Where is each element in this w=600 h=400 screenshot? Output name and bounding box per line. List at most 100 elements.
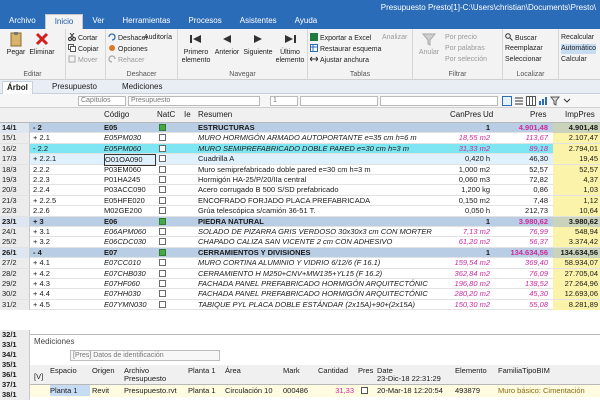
cancel-filter-button[interactable]: Anular [415,31,443,57]
tab-mediciones[interactable]: Mediciones [118,81,166,94]
code-cell[interactable]: E07CC010 [104,258,156,268]
canpres-cell[interactable]: 0,050 h [440,206,490,216]
col-pres[interactable]: Pres [530,110,546,119]
tree-index[interactable]: 2.2.2 [33,165,101,175]
filter-icon[interactable] [550,96,560,106]
table-row[interactable]: 26/1- 4 E07 CERRAMIENTOS Y DIVISIONES 1 134.… [0,247,600,259]
resumen-cell[interactable]: CERRAMIENTOS Y DIVISIONES [198,248,446,258]
pres-cell[interactable]: 72,82 [496,175,548,185]
pres-cell[interactable]: 0,86 [496,185,548,195]
cell-date[interactable]: 20-Mar-18 12:20:54 [377,385,443,396]
resumen-cell[interactable]: Acero corrugado B 500 S/SD prefabricado [198,185,446,195]
resumen-cell[interactable]: MURO CORTINA ALUMINIO Y VIDRIO 6/12/6 (F… [198,258,446,268]
pres-cell[interactable]: 45,30 [496,289,548,299]
col-ud[interactable]: Ud [483,110,493,119]
canpres-cell[interactable]: 159,54 m2 [440,258,490,268]
cell-planta[interactable]: Planta 1 [188,385,216,396]
canpres-cell[interactable]: 1,000 m2 [440,165,490,175]
select-button[interactable]: Seleccionar [505,55,542,65]
pres-cell[interactable]: 212,73 [496,206,548,216]
resumen-cell[interactable]: ESTRUCTURAS [198,123,446,133]
resumen-cell[interactable]: FACHADA PANEL PREFABRICADO HORMIGÓN ARQU… [198,289,446,299]
menu-tab-procesos[interactable]: Procesos [179,14,230,29]
cell-elemento[interactable]: 493879 [455,385,480,396]
chapters-filter[interactable]: Capítulos [78,96,126,106]
tree-index[interactable]: - 2.2 [33,144,101,154]
page-number-field[interactable]: 1 [270,96,298,106]
restore-schema-button[interactable]: Restaurar esquema [310,44,381,54]
code-cell[interactable]: E06 [104,217,156,227]
resumen-cell[interactable]: Cuadrilla A [198,154,446,164]
code-cell[interactable]: E05PM060 [104,144,156,154]
last-element-button[interactable]: Último elemento [274,31,306,65]
code-cell[interactable]: E05 [104,123,156,133]
pres-cell[interactable]: 46,30 [496,154,548,164]
col-origen[interactable]: Origen [92,367,115,375]
canpres-cell[interactable]: 280,20 m2 [440,289,490,299]
tree-index[interactable]: 2.2.6 [33,206,101,216]
table-row[interactable]: 18/3 2.2.2 P03EM060 Muro semiprefabricado d… [0,164,600,175]
resumen-cell[interactable]: MURO SEMIPREFABRICADO DOBLE PARED e=30 c… [198,144,446,154]
table-row[interactable]: 28/2 + 4.2 E07CHB030 CERRAMIENTO H M250+CNV… [0,268,600,279]
pres-cell[interactable]: 3.980,62 [496,217,548,227]
tree-index[interactable]: 2.2.4 [33,185,101,195]
code-cell[interactable]: E05HFE020 [104,196,156,206]
tree-index[interactable]: + 4.4 [33,289,101,299]
resumen-cell[interactable]: PIEDRA NATURAL [198,217,446,227]
copy-button[interactable]: Copiar [68,44,99,54]
first-element-button[interactable]: Primero elemento [180,31,212,65]
resumen-cell[interactable]: MURO HORMIGÓN ARMADO AUTOPORTANTE e=35 c… [198,133,446,143]
pres-cell[interactable]: 89,18 [496,144,548,154]
code-cell[interactable]: E07YMN030 [104,300,156,310]
resumen-cell[interactable]: FACHADA PANEL PREFABRICADO HORMIGÓN ARQU… [198,279,446,289]
cell-cantidad[interactable]: 31,33 [330,385,354,396]
code-cell[interactable]: P03EM060 [104,165,156,175]
resumen-cell[interactable]: ENCOFRADO FORJADO PLACA PREFABRICADA [198,196,446,206]
pres-checkbox[interactable] [361,387,368,394]
mediciones-filter[interactable]: [Pres] Datos de identificación [70,350,220,361]
cell-familia[interactable]: Muro básico: Cimentación [498,385,600,396]
automatic-toggle[interactable]: Automático [561,44,597,54]
col-area[interactable]: Área [225,367,241,375]
tree-index[interactable]: + 4.3 [33,279,101,289]
resumen-cell[interactable]: CERRAMIENTO H M250+CNV+MW135+YL15 (F 16.… [198,269,446,279]
pres-cell[interactable]: 134.634,56 [496,248,548,258]
mediciones-row[interactable]: Planta 1 Revit Presupuesto.rvt Planta 1 … [30,385,600,397]
menu-tab-archivo[interactable]: Archivo [0,14,45,29]
tree-index[interactable]: + 3.1 [33,227,101,237]
code-cell[interactable]: M02GE200 [104,206,156,216]
cell-espacio[interactable]: Planta 1 [50,385,90,396]
undo-button[interactable]: Deshacer [108,33,148,43]
pres-cell[interactable]: 52,57 [496,165,548,175]
options-button[interactable]: Opciones [108,44,148,54]
col-canpres[interactable]: CanPres [450,110,481,119]
table-row[interactable]: 31/2 + 4.5 E07YMN030 TABIQUE PYL PLACA DOBL… [0,299,600,311]
delete-button[interactable]: Eliminar [27,31,57,57]
canpres-cell[interactable]: 61,20 m2 [440,237,490,247]
resumen-cell[interactable]: CHAPADO CALIZA SAN VICENTE 2 cm CON ADHE… [198,237,446,247]
analyze-button[interactable]: Analizar [382,33,407,43]
tree-index[interactable]: + 3 [33,217,101,227]
resumen-cell[interactable]: Muro semiprefabricado doble pared e=30 c… [198,165,446,175]
combo-2[interactable] [380,96,498,106]
col-codigo[interactable]: Código [104,110,129,119]
tree-index[interactable]: + 2.2.1 [33,154,101,164]
filter-by-price-button[interactable]: Por precio [445,33,477,43]
col-elemento[interactable]: Elemento [455,367,487,375]
list-view-icon[interactable] [514,96,524,106]
redo-button[interactable]: Rehacer [108,55,144,65]
tree-index[interactable]: + 2.2.5 [33,196,101,206]
table-row[interactable]: 22/3 2.2.6 M02GE200 Grúa telescópica s/cami… [0,206,600,217]
tree-index[interactable]: + 2.1 [33,133,101,143]
table-row[interactable]: 21/3 + 2.2.5 E05HFE020 ENCOFRADO FORJADO PL… [0,195,600,207]
col-planta[interactable]: Planta 1 [188,367,216,375]
code-cell[interactable]: E07CHB030 [104,269,156,279]
col-mark[interactable]: Mark [283,367,300,375]
canpres-cell[interactable]: 1 [440,248,490,258]
search-button[interactable]: Buscar [505,33,537,43]
cell-mark[interactable]: 000486 [283,385,308,396]
tree-index[interactable]: 2.2.3 [33,175,101,185]
tree-index[interactable]: - 4 [33,248,101,258]
table-row[interactable]: 27/2 + 4.1 E07CC010 MURO CORTINA ALUMINIO Y… [0,258,600,269]
recalculate-button[interactable]: Recalcular [561,33,594,43]
